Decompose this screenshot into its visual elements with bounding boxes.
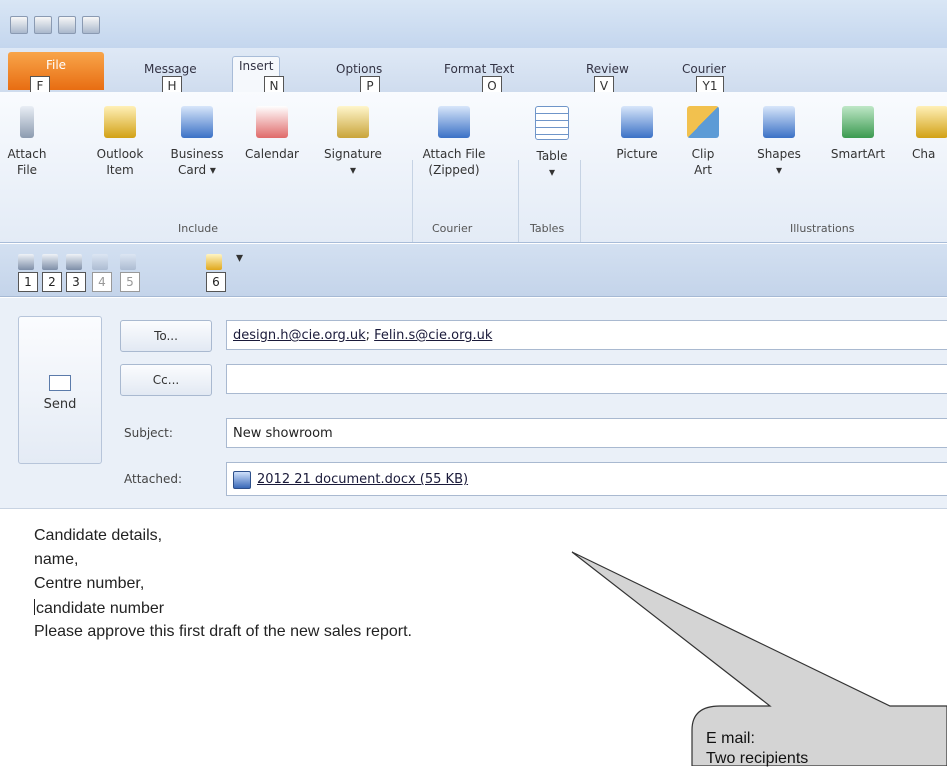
callout-line-2: Two recipients: [706, 750, 809, 767]
callout-bubble: [571, 551, 947, 766]
callout-shape: [571, 551, 947, 766]
callout-line-1: E mail:: [706, 730, 755, 747]
